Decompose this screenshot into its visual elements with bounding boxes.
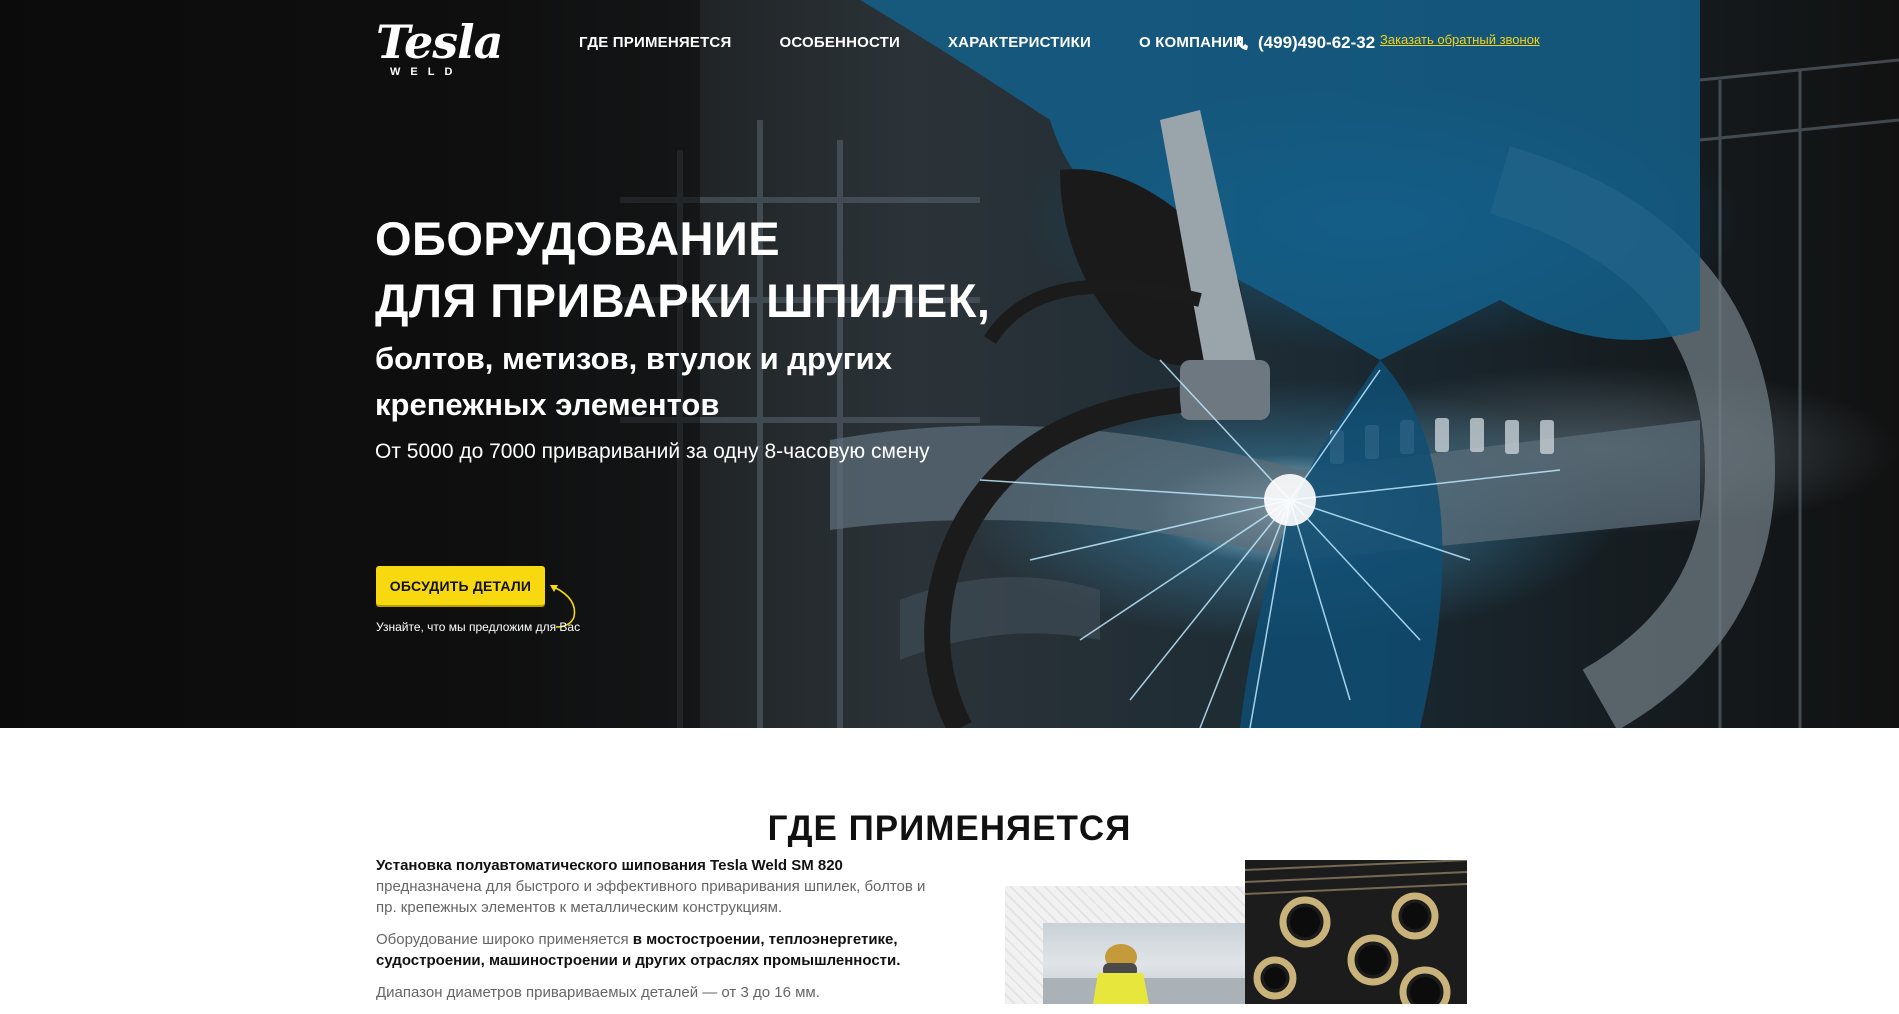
main-nav: ГДЕ ПРИМЕНЯЕТСЯ ОСОБЕННОСТИ ХАРАКТЕРИСТИ…	[579, 34, 1292, 51]
section-title-where-used: ГДЕ ПРИМЕНЯЕТСЯ	[767, 809, 1132, 849]
hero-title-line-1: ОБОРУДОВАНИЕ	[375, 212, 781, 265]
phone-block: (499)490-62-32	[1236, 33, 1375, 53]
product-name: Установка полуавтоматического шипования …	[376, 857, 843, 874]
paragraph-3: Диапазон диаметров привариваемых деталей…	[376, 984, 820, 1001]
phone-icon	[1236, 36, 1248, 50]
industries-intro: Оборудование широко применяется	[376, 931, 629, 948]
paragraph-2: Оборудование широко применяется в мостос…	[376, 929, 936, 971]
nav-where-used[interactable]: ГДЕ ПРИМЕНЯЕТСЯ	[579, 34, 731, 51]
discuss-details-button[interactable]: ОБСУДИТЬ ДЕТАЛИ	[376, 566, 545, 605]
callback-link[interactable]: Заказать обратный звонок	[1380, 32, 1540, 47]
cta-hint-text: Узнайте, что мы предложим для Вас	[376, 620, 581, 634]
hero-title: ОБОРУДОВАНИЕ ДЛЯ ПРИВАРКИ ШПИЛЕК,	[375, 208, 991, 332]
hero-subtitle-line-2: крепежных элементов	[375, 387, 720, 422]
hero-subtitle-line-1: болтов, метизов, втулок и других	[375, 341, 892, 376]
nav-features[interactable]: ОСОБЕННОСТИ	[779, 34, 900, 51]
hero-subtitle: болтов, метизов, втулок и других крепежн…	[375, 336, 892, 428]
nav-specs[interactable]: ХАРАКТЕРИСТИКИ	[948, 34, 1091, 51]
worker-photo-art	[1043, 944, 1274, 1004]
finned-tubes-art	[1245, 860, 1467, 1004]
logo-text: Tesla	[376, 15, 503, 69]
welding-background-image	[0, 0, 1899, 728]
product-purpose: предназначена для быстрого и эффективног…	[376, 878, 926, 916]
worker-photo	[1043, 923, 1274, 1004]
hero-title-line-2: ДЛЯ ПРИВАРКИ ШПИЛЕК,	[375, 274, 991, 327]
nav-about[interactable]: О КОМПАНИИ	[1139, 34, 1244, 51]
top-navigation-bar: Tesla WELD ГДЕ ПРИМЕНЯЕТСЯ ОСОБЕННОСТИ Х…	[0, 0, 1899, 90]
finned-tubes-photo	[1245, 860, 1467, 1004]
where-used-text: Установка полуавтоматического шипования …	[376, 855, 936, 1014]
phone-number[interactable]: (499)490-62-32	[1258, 33, 1375, 53]
logo[interactable]: Tesla WELD	[376, 15, 503, 78]
hero-section: Tesla WELD ГДЕ ПРИМЕНЯЕТСЯ ОСОБЕННОСТИ Х…	[0, 0, 1899, 728]
hero-description: От 5000 до 7000 привариваний за одну 8-ч…	[375, 440, 930, 463]
paragraph-1: Установка полуавтоматического шипования …	[376, 855, 936, 918]
